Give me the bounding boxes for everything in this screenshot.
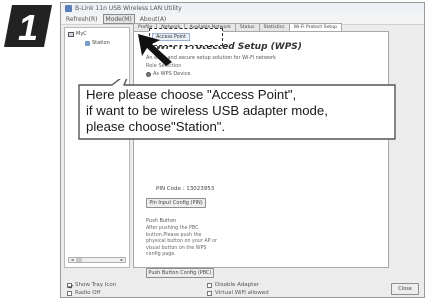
step-badge-shape: 1 [4,5,52,48]
window-title: B-Link 11n USB Wireless LAN Utility [75,5,182,12]
close-button[interactable]: Close [391,283,419,295]
tree-horizontal-scrollbar[interactable]: ◄ ► [68,257,126,263]
step-number: 1 [18,7,38,48]
virtual-wifi-label: Virtual WiFi allowed [215,290,269,296]
callout-line-3: please choose"Station". [86,119,226,134]
pin-input-config-button[interactable]: Pin Input Config (PIN) [146,198,206,208]
radio-selected-icon [146,71,151,77]
tab-wifi-protect-setup[interactable]: Wi-Fi Protect Setup [288,23,343,31]
utility-window: B-Link 11n USB Wireless LAN Utility Refr… [60,2,425,298]
show-tray-icon-label: Show Tray Icon [75,282,117,288]
pointer-arrow-icon [130,30,178,68]
virtual-wifi-checkbox[interactable]: Virtual WiFi allowed [207,290,269,296]
menu-mode[interactable]: Mode(M) [102,14,135,24]
tree-node-station[interactable]: Station [85,40,110,46]
pin-code-value: 13023953 [186,186,215,192]
menu-refresh[interactable]: Refresh(R) [64,14,100,24]
tutorial-screenshot: 1 B-Link 11n USB Wireless LAN Utility Re… [0,0,429,301]
tree-root-label: MyC [76,31,87,37]
push-button-config-button[interactable]: Push Button Config (PBC) [146,268,214,278]
tab-statistics[interactable]: Statistics [258,23,290,31]
checkbox-icon [207,282,212,288]
scroll-left-icon[interactable]: ◄ [69,258,75,262]
checkbox-icon [67,290,72,296]
callout-line-2: if want to be wireless USB adapter mode, [86,103,328,118]
show-tray-icon-checkbox[interactable]: Show Tray Icon [67,282,116,288]
callout-line-1: Here please choose "Access Point", [86,87,297,102]
checkbox-icon [207,290,212,296]
device-tree: MyC Station ◄ ► [64,27,130,268]
adapter-icon [85,40,90,46]
computer-icon [68,31,74,37]
instruction-callout: Here please choose "Access Point", if wa… [75,79,400,142]
tree-child-label: Station [92,40,110,46]
tree-node-computer[interactable]: MyC [68,31,87,37]
radio-off-checkbox[interactable]: Radio Off [67,290,100,296]
window-titlebar: B-Link 11n USB Wireless LAN Utility [61,3,424,14]
pin-code-row: PIN Code : 13023953 [156,186,214,192]
radio-off-label: Radio Off [75,290,101,296]
pin-code-label: PIN Code : [156,186,185,192]
callout-text: Here please choose "Access Point", if wa… [86,87,396,135]
role-wps-device-radio[interactable]: As WPS Device [146,71,190,77]
checkbox-checked-icon [67,282,72,288]
scrollbar-thumb[interactable] [76,258,82,262]
disable-adapter-label: Disable Adapter [215,282,259,288]
tab-status[interactable]: Status [234,23,260,31]
step-number-badge: 1 [2,3,54,49]
app-icon [65,5,72,12]
role-option-label: As WPS Device [153,71,191,77]
push-button-description: After pushing the PBC button.Please push… [146,226,217,257]
push-button-heading: Push Button [146,218,177,224]
disable-adapter-checkbox[interactable]: Disable Adapter [207,282,259,288]
scroll-right-icon[interactable]: ► [119,258,125,262]
